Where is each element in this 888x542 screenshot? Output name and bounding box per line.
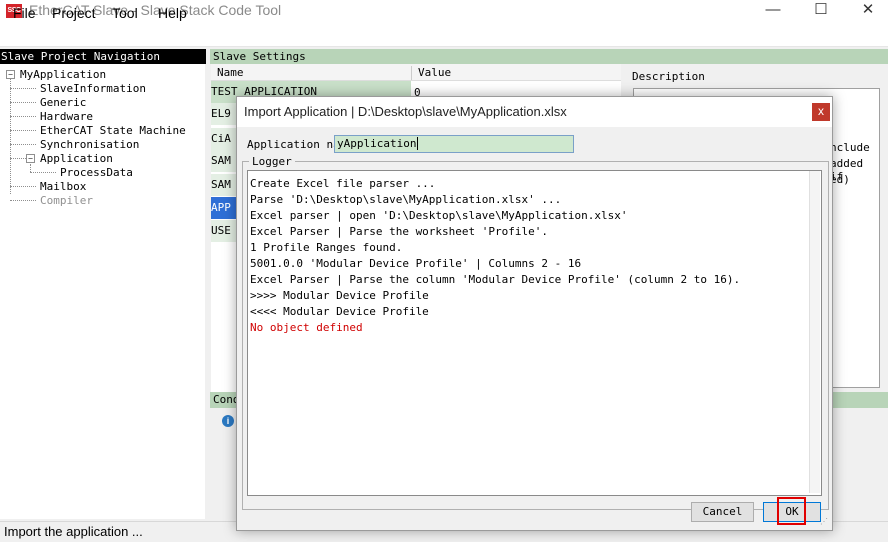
settings-row[interactable]: USE bbox=[211, 220, 238, 242]
log-line: 1 Profile Ranges found. bbox=[250, 241, 403, 254]
nav-item-synchronisation[interactable]: Synchronisation bbox=[40, 138, 139, 151]
menu-tool[interactable]: Tool bbox=[112, 5, 138, 21]
nav-item-slaveinformation[interactable]: SlaveInformation bbox=[40, 82, 146, 95]
tree-line bbox=[10, 144, 36, 145]
nav-item-processdata[interactable]: ProcessData bbox=[60, 166, 133, 179]
nav-item-mailbox[interactable]: Mailbox bbox=[40, 180, 86, 193]
menu-project[interactable]: Project bbox=[52, 5, 96, 21]
tree-line bbox=[10, 158, 26, 159]
nav-item-application[interactable]: Application bbox=[40, 152, 113, 165]
settings-row[interactable]: CiA bbox=[211, 128, 238, 150]
tree-line bbox=[10, 186, 36, 187]
log-line: Create Excel file parser ... bbox=[250, 177, 436, 190]
description-label: Description bbox=[632, 70, 705, 83]
nav-item-hardware[interactable]: Hardware bbox=[40, 110, 93, 123]
maximize-button[interactable]: ☐ bbox=[798, 0, 844, 22]
logger-label: Logger bbox=[249, 155, 295, 168]
log-error-line: No object defined bbox=[250, 321, 363, 334]
tree-line bbox=[10, 130, 36, 131]
application-name-input[interactable]: yApplication bbox=[334, 135, 574, 153]
status-text: Import the application ... bbox=[4, 524, 143, 539]
tree-line bbox=[10, 88, 36, 89]
nav-item-generic[interactable]: Generic bbox=[40, 96, 86, 109]
column-value[interactable]: Value bbox=[411, 66, 451, 80]
description-text: nclude bbox=[830, 141, 870, 154]
navigation-header: Slave Project Navigation bbox=[0, 49, 206, 64]
grid-header: Name Value bbox=[211, 64, 621, 81]
menu-bar bbox=[0, 22, 888, 47]
text-cursor bbox=[417, 137, 419, 150]
log-line: Excel Parser | Parse the column 'Modular… bbox=[250, 273, 741, 286]
minimize-button[interactable]: — bbox=[750, 0, 796, 22]
ok-highlight-box bbox=[777, 497, 806, 525]
log-line: 5001.0.0 'Modular Device Profile' | Colu… bbox=[250, 257, 582, 270]
nav-item-compiler[interactable]: Compiler bbox=[40, 194, 93, 207]
navigation-tree: − MyApplication SlaveInformation Generic… bbox=[0, 64, 205, 519]
tree-line bbox=[30, 172, 56, 173]
menu-file[interactable]: File bbox=[13, 5, 36, 21]
tree-line bbox=[10, 200, 36, 201]
log-line: Excel Parser | Parse the worksheet 'Prof… bbox=[250, 225, 549, 238]
application-name-value: yApplication bbox=[337, 137, 417, 150]
settings-row[interactable]: EL9 bbox=[211, 103, 238, 125]
info-icon: i bbox=[222, 415, 234, 427]
log-line: <<<< Modular Device Profile bbox=[250, 305, 429, 318]
dialog-close-button[interactable]: x bbox=[812, 103, 830, 121]
menu-help[interactable]: Help bbox=[158, 5, 187, 21]
log-line: >>>> Modular Device Profile bbox=[250, 289, 429, 302]
close-window-button[interactable]: ✕ bbox=[845, 0, 888, 22]
collapse-icon[interactable]: − bbox=[26, 154, 35, 163]
dialog-title: Import Application | D:\Desktop\slave\My… bbox=[244, 104, 567, 119]
logger-output[interactable]: Create Excel file parser ... Parse 'D:\D… bbox=[247, 170, 822, 496]
tree-line bbox=[10, 116, 36, 117]
settings-row-selected[interactable]: APP bbox=[211, 197, 238, 219]
settings-header: Slave Settings bbox=[210, 49, 888, 64]
settings-row[interactable]: SAM bbox=[211, 174, 238, 196]
settings-row[interactable]: SAM bbox=[211, 150, 238, 172]
nav-item-myapplication[interactable]: MyApplication bbox=[20, 68, 106, 81]
resize-grip-icon[interactable]: ⋰ bbox=[820, 517, 830, 527]
import-application-dialog: Import Application | D:\Desktop\slave\My… bbox=[236, 96, 833, 531]
log-line: Parse 'D:\Desktop\slave\MyApplication.xl… bbox=[250, 193, 562, 206]
cancel-button[interactable]: Cancel bbox=[691, 502, 754, 522]
log-line: Excel parser | open 'D:\Desktop\slave\My… bbox=[250, 209, 628, 222]
logger-scrollbar[interactable] bbox=[809, 171, 820, 493]
collapse-icon[interactable]: − bbox=[6, 70, 15, 79]
tree-line bbox=[10, 102, 36, 103]
tree-line bbox=[30, 164, 31, 172]
nav-item-ethercat-state-machine[interactable]: EtherCAT State Machine bbox=[40, 124, 186, 137]
column-name[interactable]: Name bbox=[217, 66, 244, 79]
tree-line bbox=[10, 78, 11, 194]
